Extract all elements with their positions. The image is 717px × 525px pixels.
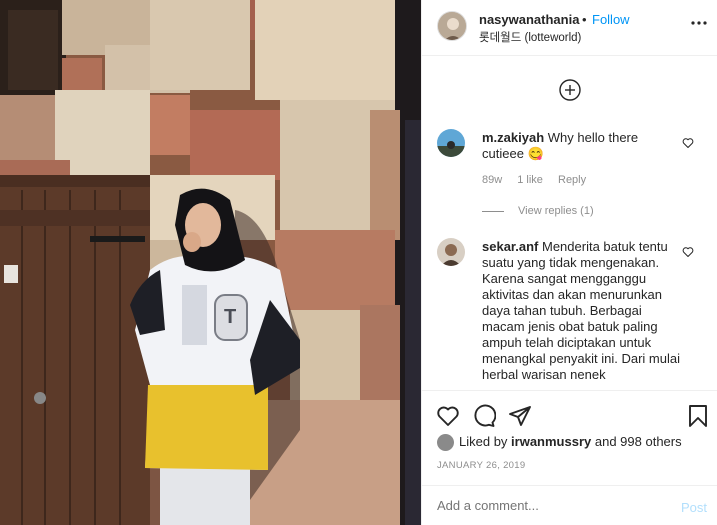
author-avatar-image <box>438 12 466 40</box>
post-date[interactable]: JANUARY 26, 2019 <box>437 460 525 471</box>
comment-likes[interactable]: 1 like <box>517 174 543 186</box>
comments-list[interactable]: m.zakiyah Why hello there cutieee 😋 89w … <box>422 57 717 390</box>
likes-prefix: Liked by <box>459 434 508 449</box>
commenter-avatar[interactable] <box>437 238 465 266</box>
commenter-avatar[interactable] <box>437 129 465 157</box>
likes-suffix[interactable]: and 998 others <box>595 434 682 449</box>
author-avatar[interactable] <box>437 11 467 41</box>
likes-summary: Liked by irwanmussry and 998 others <box>437 434 682 452</box>
svg-text:T: T <box>224 306 236 328</box>
commenter-avatar-image <box>437 238 465 266</box>
comment-username[interactable]: m.zakiyah <box>482 130 544 145</box>
add-comment-bar: Post <box>422 485 717 525</box>
view-replies-button[interactable]: View replies (1) <box>482 205 594 217</box>
reply-button[interactable]: Reply <box>558 174 586 186</box>
comment-text: m.zakiyah Why hello there cutieee 😋 <box>482 130 682 162</box>
comment-meta: 89w 1 like Reply <box>482 174 598 186</box>
share-icon[interactable] <box>508 404 532 428</box>
view-replies-label: View replies (1) <box>518 205 594 217</box>
replies-divider <box>482 210 504 212</box>
comment-text: sekar.anf Menderita batuk tentu suatu ya… <box>482 239 682 383</box>
liker-username[interactable]: irwanmussry <box>511 434 591 449</box>
heart-icon[interactable] <box>436 404 460 428</box>
photo-scene: T <box>0 0 421 525</box>
post-location[interactable]: 롯데월드 (lotteworld) <box>479 29 581 45</box>
comment-item: sekar.anf Menderita batuk tentu suatu ya… <box>422 238 717 390</box>
author-username[interactable]: nasywanathania <box>479 12 579 27</box>
comment-like-icon[interactable] <box>682 137 694 149</box>
comment-icon[interactable] <box>472 404 496 428</box>
header-separator: • <box>582 12 587 27</box>
post-details-panel: nasywanathania • Follow 롯데월드 (lotteworld… <box>421 0 717 525</box>
liker-avatar[interactable] <box>437 434 454 452</box>
add-circle-icon[interactable] <box>559 79 581 101</box>
comment-input[interactable] <box>437 498 667 513</box>
post-photo[interactable]: T <box>0 0 421 525</box>
post-actions-bar <box>422 390 717 438</box>
commenter-avatar-image <box>437 129 465 157</box>
comment-body: Menderita batuk tentu suatu yang tidak m… <box>482 239 680 382</box>
more-options-icon[interactable] <box>690 14 708 32</box>
bookmark-icon[interactable] <box>686 404 710 428</box>
comment-like-icon[interactable] <box>682 246 694 258</box>
follow-button[interactable]: Follow <box>592 12 630 27</box>
comment-time[interactable]: 89w <box>482 174 502 186</box>
post-comment-button[interactable]: Post <box>681 500 707 515</box>
comment-item: m.zakiyah Why hello there cutieee 😋 89w … <box>422 129 717 249</box>
comment-username[interactable]: sekar.anf <box>482 239 538 254</box>
post-header: nasywanathania • Follow 롯데월드 (lotteworld… <box>422 0 717 56</box>
